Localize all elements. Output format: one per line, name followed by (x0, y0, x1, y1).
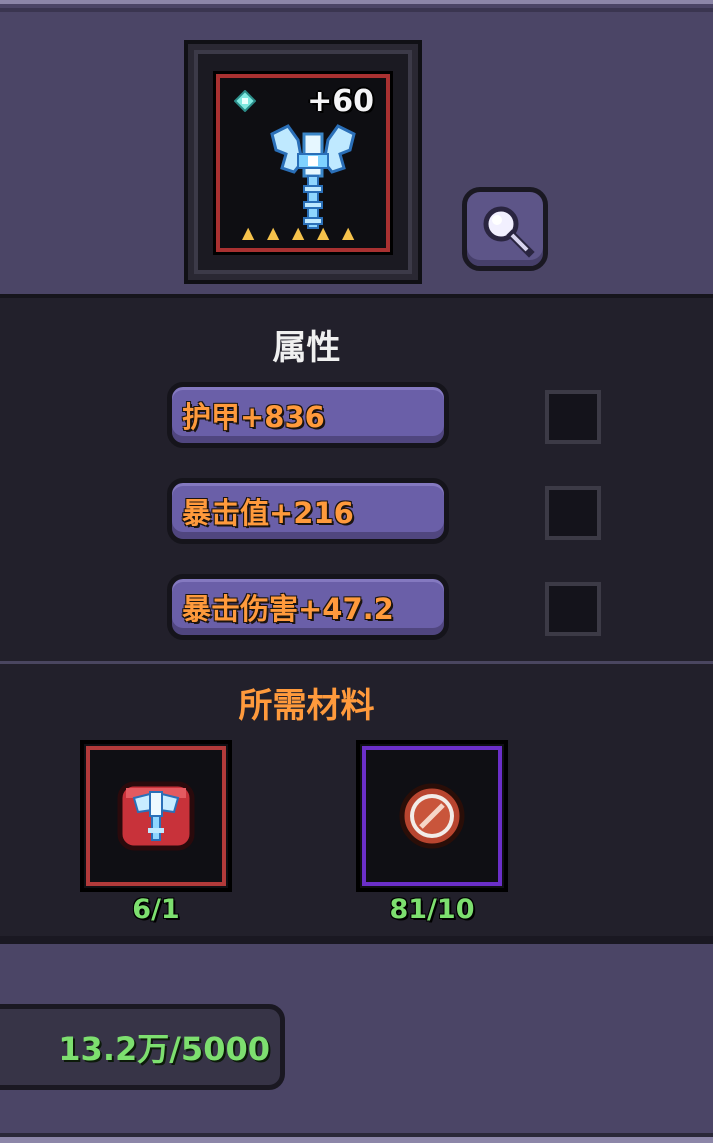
material-count: 6/1 (132, 894, 180, 925)
item-frame[interactable]: +60 ▲ ▲ ▲ ▲ ▲ (188, 44, 418, 280)
attribute-row-crit-value: 暴击值+216 (167, 478, 449, 544)
cost-text: 13.2万/5000 (58, 1030, 270, 1068)
attribute-row-crit-damage: 暴击伤害+47.2 (167, 574, 449, 640)
red-halberd-box-icon (117, 781, 195, 851)
attributes-title: 属性 (272, 328, 341, 368)
attributes-panel: 属性 护甲+836 暴击值+216 暴击伤害+47.2 (0, 294, 713, 662)
attribute-lock-checkbox[interactable] (545, 582, 601, 636)
star-icon: ▲ (342, 223, 355, 242)
materials-panel: 所需材料 6/1 81/10 (0, 664, 713, 936)
material-slot-2[interactable] (356, 740, 508, 892)
cost-display: 13.2万/5000 (0, 1004, 285, 1090)
attribute-text: 暴击伤害+47.2 (182, 592, 394, 626)
star-icon: ▲ (267, 223, 280, 242)
attribute-row-armor: 护甲+836 (167, 382, 449, 448)
star-icon: ▲ (292, 223, 305, 242)
red-scroll-orb-icon (399, 783, 465, 849)
magnifier-icon (483, 206, 535, 258)
item-slot: +60 ▲ ▲ ▲ ▲ ▲ (216, 74, 390, 252)
star-icon: ▲ (317, 223, 330, 242)
cyan-gem-icon (234, 90, 256, 112)
enhance-level: +60 (307, 84, 374, 119)
attribute-text: 护甲+836 (182, 400, 325, 434)
bottom-divider (0, 1133, 713, 1143)
attribute-lock-checkbox[interactable] (545, 390, 601, 444)
star-rating: ▲ ▲ ▲ ▲ ▲ (242, 223, 362, 242)
material-count: 81/10 (389, 894, 475, 925)
materials-title: 所需材料 (238, 686, 375, 726)
star-icon: ▲ (242, 223, 255, 242)
attribute-lock-checkbox[interactable] (545, 486, 601, 540)
material-slot-1[interactable] (80, 740, 232, 892)
ice-halberd-icon (270, 124, 356, 229)
attribute-text: 暴击值+216 (182, 496, 354, 530)
inspect-button[interactable] (462, 187, 548, 271)
item-header-panel: +60 ▲ ▲ ▲ ▲ ▲ (0, 0, 713, 294)
cost-panel: 13.2万/5000 (0, 936, 713, 1143)
